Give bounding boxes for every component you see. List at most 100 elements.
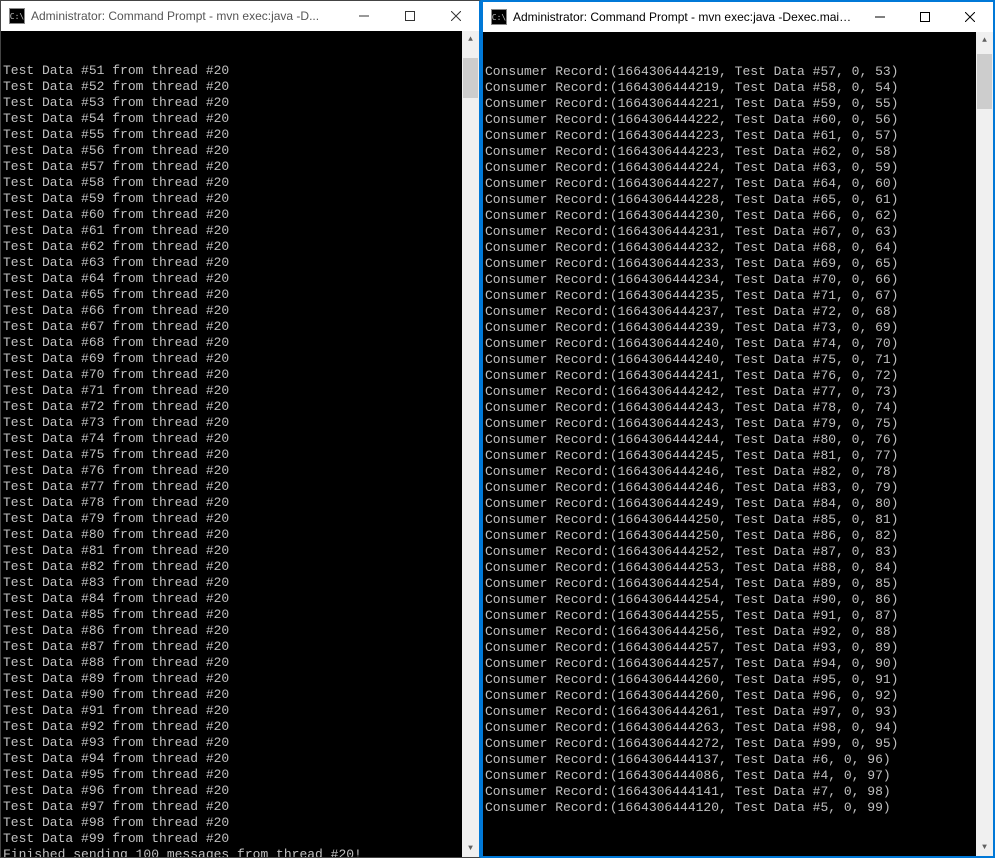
console-line: Test Data #93 from thread #20 <box>3 735 477 751</box>
console-line: Test Data #95 from thread #20 <box>3 767 477 783</box>
close-button[interactable] <box>948 2 993 32</box>
console-line: Test Data #76 from thread #20 <box>3 463 477 479</box>
console-line: Consumer Record:(1664306444234, Test Dat… <box>485 272 991 288</box>
console-line: Test Data #52 from thread #20 <box>3 79 477 95</box>
console-line: Consumer Record:(1664306444233, Test Dat… <box>485 256 991 272</box>
console-line: Consumer Record:(1664306444256, Test Dat… <box>485 624 991 640</box>
titlebar-right[interactable]: C:\ Administrator: Command Prompt - mvn … <box>483 2 993 32</box>
console-line: Consumer Record:(1664306444219, Test Dat… <box>485 64 991 80</box>
console-line: Consumer Record:(1664306444240, Test Dat… <box>485 352 991 368</box>
close-button[interactable] <box>433 1 479 31</box>
scroll-up-icon[interactable]: ▲ <box>462 31 479 48</box>
console-line: Consumer Record:(1664306444241, Test Dat… <box>485 368 991 384</box>
console-line: Consumer Record:(1664306444260, Test Dat… <box>485 672 991 688</box>
scroll-down-icon[interactable]: ▼ <box>976 839 993 856</box>
console-line: Consumer Record:(1664306444249, Test Dat… <box>485 496 991 512</box>
console-line: Test Data #74 from thread #20 <box>3 431 477 447</box>
console-line: Test Data #83 from thread #20 <box>3 575 477 591</box>
scroll-track[interactable] <box>462 48 479 840</box>
console-line: Consumer Record:(1664306444260, Test Dat… <box>485 688 991 704</box>
console-line: Consumer Record:(1664306444254, Test Dat… <box>485 576 991 592</box>
console-line: Test Data #92 from thread #20 <box>3 719 477 735</box>
console-output-left[interactable]: Test Data #51 from thread #20Test Data #… <box>1 31 479 857</box>
console-line: Test Data #75 from thread #20 <box>3 447 477 463</box>
console-line: Consumer Record:(1664306444272, Test Dat… <box>485 736 991 752</box>
console-line: Test Data #99 from thread #20 <box>3 831 477 847</box>
console-line: Consumer Record:(1664306444227, Test Dat… <box>485 176 991 192</box>
console-line: Consumer Record:(1664306444244, Test Dat… <box>485 432 991 448</box>
console-line: Test Data #56 from thread #20 <box>3 143 477 159</box>
scroll-up-icon[interactable]: ▲ <box>976 32 993 49</box>
console-line: Consumer Record:(1664306444221, Test Dat… <box>485 96 991 112</box>
console-line: Test Data #57 from thread #20 <box>3 159 477 175</box>
console-line: Test Data #82 from thread #20 <box>3 559 477 575</box>
console-line: Consumer Record:(1664306444263, Test Dat… <box>485 720 991 736</box>
console-line: Consumer Record:(1664306444231, Test Dat… <box>485 224 991 240</box>
console-window-right: C:\ Administrator: Command Prompt - mvn … <box>481 0 995 858</box>
console-line: Consumer Record:(1664306444246, Test Dat… <box>485 464 991 480</box>
cmd-icon: C:\ <box>9 8 25 24</box>
console-line: Test Data #81 from thread #20 <box>3 543 477 559</box>
scroll-down-icon[interactable]: ▼ <box>462 840 479 857</box>
minimize-button[interactable] <box>858 2 903 32</box>
console-line: Test Data #71 from thread #20 <box>3 383 477 399</box>
console-line: Consumer Record:(1664306444228, Test Dat… <box>485 192 991 208</box>
console-line: Consumer Record:(1664306444141, Test Dat… <box>485 784 991 800</box>
console-line: Test Data #62 from thread #20 <box>3 239 477 255</box>
console-line: Consumer Record:(1664306444250, Test Dat… <box>485 512 991 528</box>
console-line: Consumer Record:(1664306444137, Test Dat… <box>485 752 991 768</box>
console-output-right[interactable]: Consumer Record:(1664306444219, Test Dat… <box>483 32 993 856</box>
scroll-thumb[interactable] <box>463 58 478 98</box>
console-line: Test Data #87 from thread #20 <box>3 639 477 655</box>
console-line: Test Data #86 from thread #20 <box>3 623 477 639</box>
console-line: Test Data #67 from thread #20 <box>3 319 477 335</box>
console-line: Test Data #85 from thread #20 <box>3 607 477 623</box>
console-line: Test Data #90 from thread #20 <box>3 687 477 703</box>
console-line: Consumer Record:(1664306444239, Test Dat… <box>485 320 991 336</box>
scroll-track[interactable] <box>976 49 993 839</box>
titlebar-left[interactable]: C:\ Administrator: Command Prompt - mvn … <box>1 1 479 31</box>
console-line: Test Data #69 from thread #20 <box>3 351 477 367</box>
scrollbar[interactable]: ▲ ▼ <box>462 31 479 857</box>
console-line: Consumer Record:(1664306444223, Test Dat… <box>485 128 991 144</box>
console-line: Test Data #54 from thread #20 <box>3 111 477 127</box>
console-line: Test Data #51 from thread #20 <box>3 63 477 79</box>
maximize-button[interactable] <box>903 2 948 32</box>
console-line: Consumer Record:(1664306444245, Test Dat… <box>485 448 991 464</box>
console-window-left: C:\ Administrator: Command Prompt - mvn … <box>0 0 481 858</box>
console-line: Test Data #68 from thread #20 <box>3 335 477 351</box>
console-line: Test Data #73 from thread #20 <box>3 415 477 431</box>
console-line: Consumer Record:(1664306444232, Test Dat… <box>485 240 991 256</box>
scroll-thumb[interactable] <box>977 54 992 109</box>
console-line: Consumer Record:(1664306444255, Test Dat… <box>485 608 991 624</box>
console-line: Test Data #91 from thread #20 <box>3 703 477 719</box>
console-line: Consumer Record:(1664306444250, Test Dat… <box>485 528 991 544</box>
console-line: Test Data #79 from thread #20 <box>3 511 477 527</box>
console-line: Test Data #64 from thread #20 <box>3 271 477 287</box>
maximize-button[interactable] <box>387 1 433 31</box>
console-line: Consumer Record:(1664306444243, Test Dat… <box>485 400 991 416</box>
console-line: Test Data #89 from thread #20 <box>3 671 477 687</box>
console-line: Test Data #88 from thread #20 <box>3 655 477 671</box>
console-line: Test Data #60 from thread #20 <box>3 207 477 223</box>
console-line: Test Data #58 from thread #20 <box>3 175 477 191</box>
console-line: Finished sending 100 messages from threa… <box>3 847 477 857</box>
console-line: Test Data #66 from thread #20 <box>3 303 477 319</box>
console-line: Consumer Record:(1664306444243, Test Dat… <box>485 416 991 432</box>
console-line: Consumer Record:(1664306444222, Test Dat… <box>485 112 991 128</box>
console-line: Test Data #78 from thread #20 <box>3 495 477 511</box>
console-line: Consumer Record:(1664306444223, Test Dat… <box>485 144 991 160</box>
console-line: Test Data #94 from thread #20 <box>3 751 477 767</box>
console-line: Test Data #77 from thread #20 <box>3 479 477 495</box>
console-line: Test Data #61 from thread #20 <box>3 223 477 239</box>
scrollbar[interactable]: ▲ ▼ <box>976 32 993 856</box>
console-line: Consumer Record:(1664306444086, Test Dat… <box>485 768 991 784</box>
console-line: Test Data #63 from thread #20 <box>3 255 477 271</box>
console-line: Test Data #96 from thread #20 <box>3 783 477 799</box>
minimize-button[interactable] <box>341 1 387 31</box>
console-line: Consumer Record:(1664306444240, Test Dat… <box>485 336 991 352</box>
console-line: Consumer Record:(1664306444242, Test Dat… <box>485 384 991 400</box>
console-line: Consumer Record:(1664306444257, Test Dat… <box>485 656 991 672</box>
console-line: Test Data #53 from thread #20 <box>3 95 477 111</box>
console-line: Consumer Record:(1664306444246, Test Dat… <box>485 480 991 496</box>
